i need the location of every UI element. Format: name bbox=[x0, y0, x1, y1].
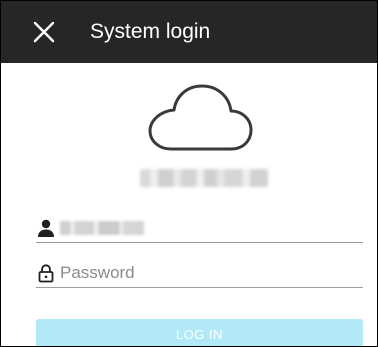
login-screen: System login xxxxxxxxxxxxxx xxxxxxxx LOG… bbox=[0, 0, 378, 347]
close-icon[interactable] bbox=[31, 19, 57, 45]
password-field[interactable] bbox=[36, 259, 363, 288]
username-field[interactable]: xxxxxxxx bbox=[36, 214, 363, 243]
login-button[interactable]: LOG IN bbox=[36, 319, 363, 346]
username-value[interactable]: xxxxxxxx bbox=[60, 221, 144, 235]
lock-icon bbox=[36, 263, 56, 283]
title-bar: System login bbox=[1, 1, 377, 63]
page-title: System login bbox=[90, 20, 211, 43]
server-address-label: xxxxxxxxxxxxxx bbox=[140, 169, 268, 187]
person-icon bbox=[36, 218, 56, 238]
cloud-icon bbox=[147, 83, 253, 153]
password-input[interactable] bbox=[60, 261, 356, 285]
